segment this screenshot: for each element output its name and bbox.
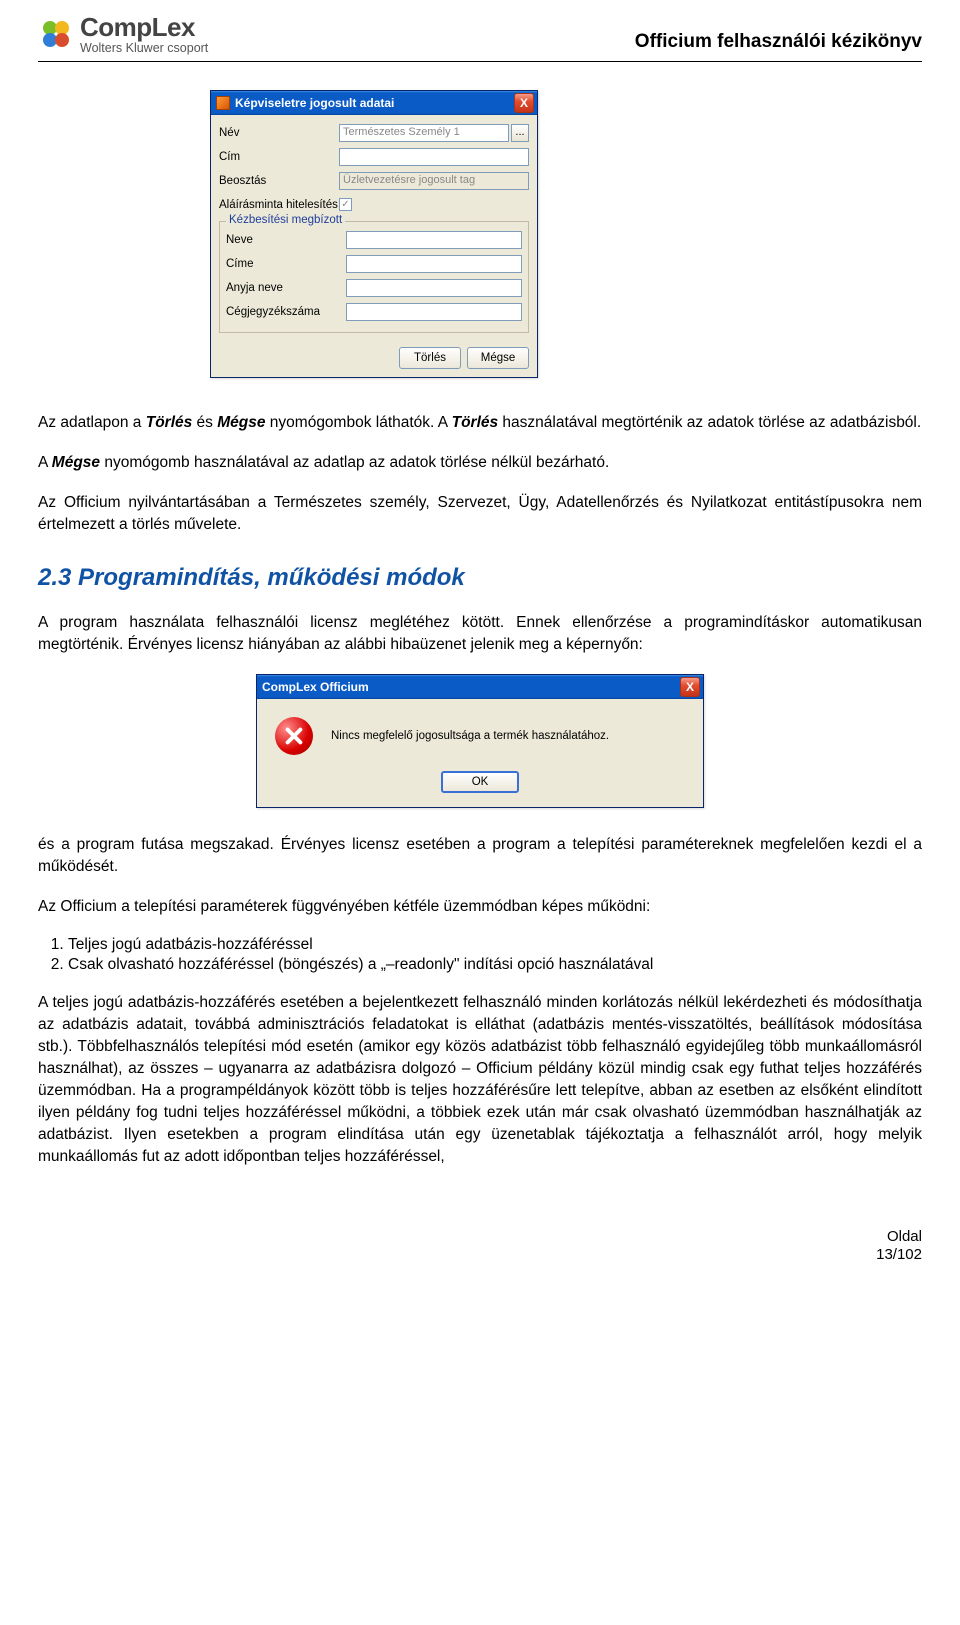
megse-button[interactable]: Mégse: [467, 347, 529, 369]
label-beosztas: Beosztás: [219, 175, 339, 187]
input-cegjegyzek[interactable]: [346, 303, 522, 321]
page-footer: Oldal 13/102: [38, 1228, 922, 1266]
messagebox-text: Nincs megfelelő jogosultsága a termék ha…: [331, 730, 609, 742]
label-anyja: Anyja neve: [226, 282, 346, 294]
input-neve[interactable]: [346, 231, 522, 249]
label-nev: Név: [219, 127, 339, 139]
label-cime: Címe: [226, 258, 346, 270]
numbered-list: Teljes jogú adatbázis-hozzáféréssel Csak…: [68, 936, 922, 974]
paragraph: Az Officium a telepítési paraméterek füg…: [38, 896, 922, 918]
label-alairas: Aláírásminta hitelesítés: [219, 199, 339, 211]
paragraph: és a program futása megszakad. Érvényes …: [38, 834, 922, 878]
page-header: CompLex Wolters Kluwer csoport Officium …: [38, 14, 922, 62]
dialog-kepviseletre: Képviseletre jogosult adatai X Név Termé…: [210, 90, 538, 378]
input-cime[interactable]: [346, 255, 522, 273]
paragraph: Az Officium nyilvántartásában a Természe…: [38, 492, 922, 536]
page-title: Officium felhasználói kézikönyv: [635, 31, 922, 53]
paragraph: A teljes jogú adatbázis-hozzáférés eseté…: [38, 992, 922, 1168]
input-anyja[interactable]: [346, 279, 522, 297]
checkbox-alairas[interactable]: ✓: [339, 198, 352, 211]
label-neve: Neve: [226, 234, 346, 246]
label-cegjegyzek: Cégjegyzékszáma: [226, 306, 346, 318]
logo-name: CompLex: [80, 14, 208, 40]
fieldset-legend: Kézbesítési megbízott: [226, 214, 345, 226]
input-cim[interactable]: [339, 148, 529, 166]
list-item: Teljes jogú adatbázis-hozzáféréssel: [68, 936, 922, 954]
label-cim: Cím: [219, 151, 339, 163]
input-nev[interactable]: Természetes Személy 1: [339, 124, 509, 142]
fieldset-kezbesitesi: Kézbesítési megbízott Neve Címe Anyja ne…: [219, 221, 529, 333]
paragraph: A program használata felhasználói licens…: [38, 612, 922, 656]
paragraph: Az adatlapon a Törlés és Mégse nyomógomb…: [38, 412, 922, 434]
logo: CompLex Wolters Kluwer csoport: [38, 14, 208, 55]
titlebar: Képviseletre jogosult adatai X: [211, 91, 537, 115]
section-heading: 2.3 Programindítás, működési módok: [38, 564, 922, 592]
messagebox-title: CompLex Officium: [262, 680, 369, 694]
paragraph: A Mégse nyomógomb használatával az adatl…: [38, 452, 922, 474]
close-icon[interactable]: X: [680, 677, 700, 697]
ok-button[interactable]: OK: [441, 771, 519, 793]
titlebar: CompLex Officium X: [257, 675, 703, 699]
browse-button[interactable]: ...: [511, 124, 529, 142]
torles-button[interactable]: Törlés: [399, 347, 461, 369]
close-icon[interactable]: X: [514, 93, 534, 113]
logo-tagline: Wolters Kluwer csoport: [80, 42, 208, 55]
window-icon: [216, 96, 230, 110]
list-item: Csak olvasható hozzáféréssel (böngészés)…: [68, 956, 922, 974]
logo-icon: [38, 16, 74, 52]
input-beosztas[interactable]: Üzletvezetésre jogosult tag: [339, 172, 529, 190]
error-icon: [275, 717, 313, 755]
messagebox: CompLex Officium X Nincs megfelelő jogos…: [256, 674, 704, 808]
dialog-title: Képviseletre jogosult adatai: [235, 96, 394, 110]
